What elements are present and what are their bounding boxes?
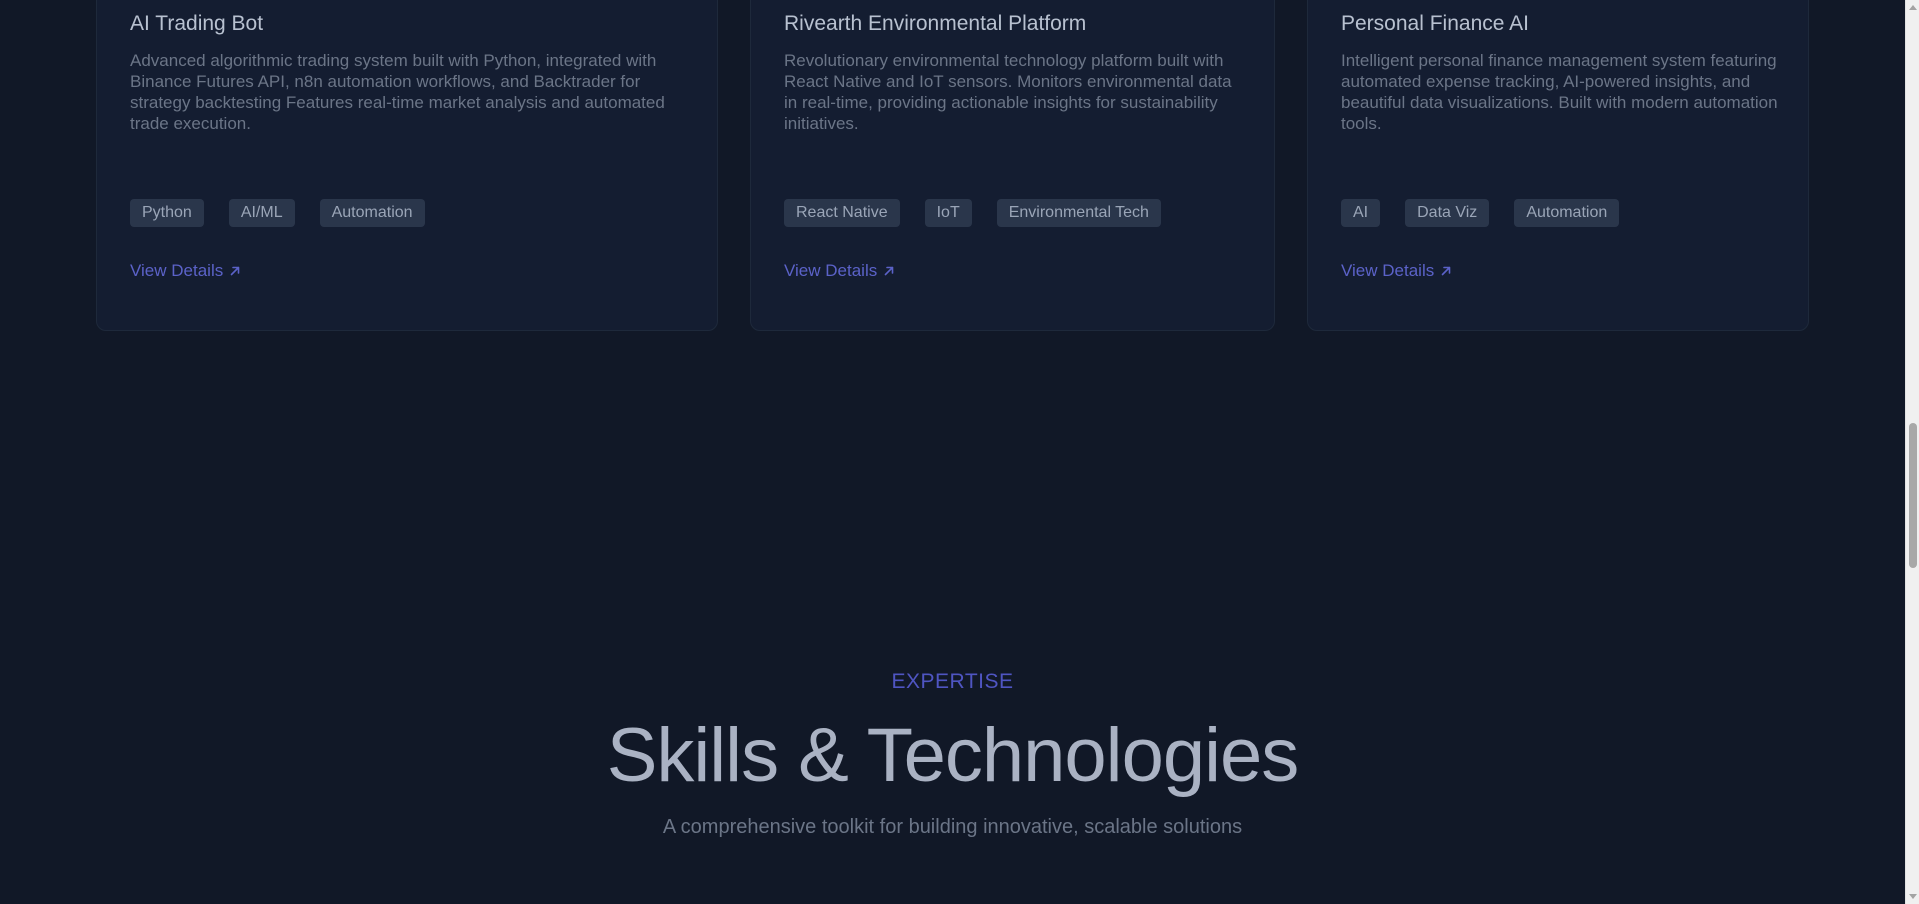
tag: IoT [924,199,972,227]
scroll-down-arrow-icon[interactable] [1906,890,1919,904]
arrow-up-right-icon [1440,265,1452,277]
view-details-label: View Details [130,261,224,280]
tag-list: React Native IoT Environmental Tech [784,199,1161,227]
project-card: Personal Finance AI Intelligent personal… [1307,0,1809,331]
arrow-up-right-icon [229,265,241,277]
arrow-up-right-icon [883,265,895,277]
tag: AI [1341,199,1381,227]
tag: Automation [1514,199,1620,227]
project-card: AI Trading Bot Advanced algorithmic trad… [96,0,718,331]
vertical-scrollbar[interactable] [1905,0,1919,904]
section-title: Skills & Technologies [606,713,1300,798]
page: AI Trading Bot Advanced algorithmic trad… [0,0,1905,904]
tag: Data Viz [1405,199,1490,227]
section-subtitle: A comprehensive toolkit for building inn… [662,816,1243,838]
project-description: Intelligent personal finance management … [1341,51,1778,133]
project-description: Revolutionary environmental technology p… [784,51,1232,133]
tag-list: AI Data Viz Automation [1341,199,1620,227]
section-eyebrow: EXPERTISE [891,670,1014,693]
project-title: Rivearth Environmental Platform [784,12,1087,35]
tag: Python [130,199,204,227]
view-details-link[interactable]: View Details [1341,261,1452,281]
project-title: AI Trading Bot [130,12,264,35]
project-card: Rivearth Environmental Platform Revoluti… [750,0,1275,331]
project-description: Advanced algorithmic trading system buil… [130,51,665,133]
tag: AI/ML [228,199,295,227]
view-details-label: View Details [784,261,878,280]
project-title: Personal Finance AI [1341,12,1529,35]
view-details-label: View Details [1341,261,1435,280]
tag: React Native [784,199,900,227]
tag: Environmental Tech [996,199,1161,227]
tag: Automation [319,199,425,227]
tag-list: Python AI/ML Automation [130,199,425,227]
scroll-up-arrow-icon[interactable] [1906,0,1919,14]
view-details-link[interactable]: View Details [130,261,241,281]
scrollbar-thumb[interactable] [1909,423,1917,568]
view-details-link[interactable]: View Details [784,261,895,281]
